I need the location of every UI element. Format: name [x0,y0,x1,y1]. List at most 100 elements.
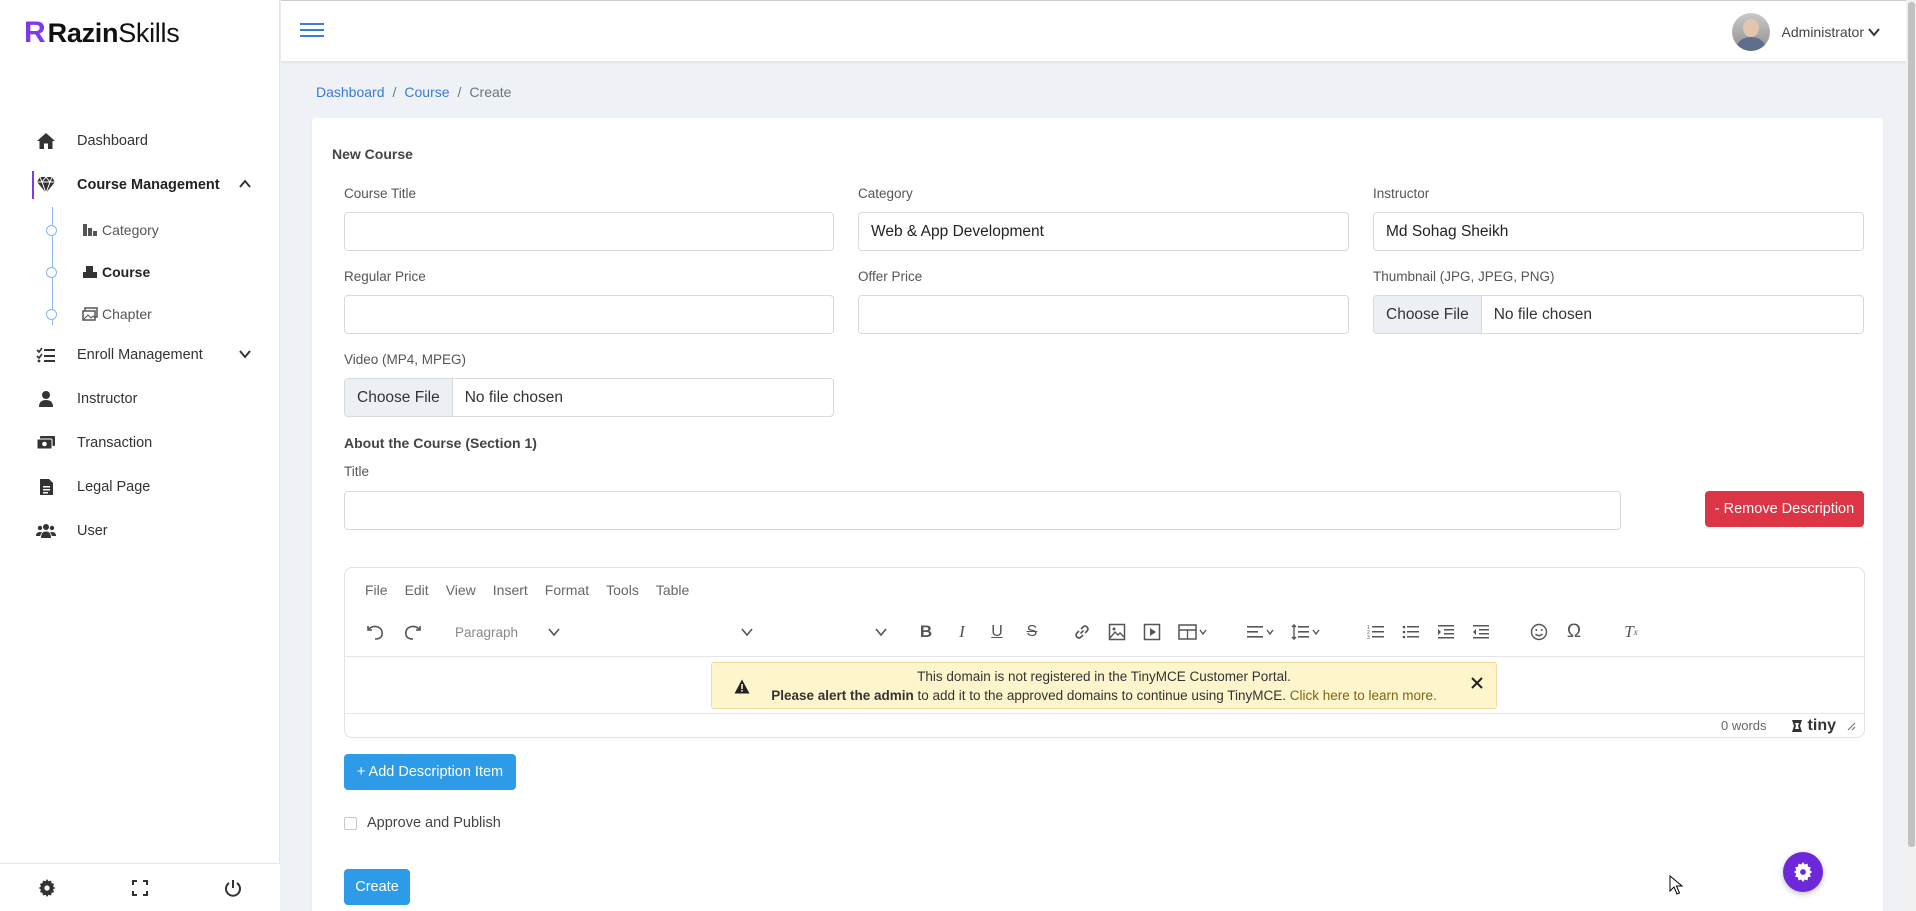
submenu-dot [46,266,57,278]
course-form-card: New Course Course Title Category Web & A… [312,118,1883,911]
breadcrumb-separator: / [392,84,397,100]
submenu-dot [46,308,57,320]
editor-toolbar: Paragraph B I U S 1 2 3 Ω T x [361,618,1861,646]
editor-menu-table[interactable]: Table [656,582,689,598]
media-icon[interactable] [1137,618,1167,646]
power-icon[interactable] [223,878,243,898]
italic-icon[interactable]: I [947,618,977,646]
settings-fab[interactable] [1783,852,1823,892]
font-size-select[interactable] [875,618,905,646]
link-icon[interactable] [1067,618,1097,646]
sidebar-item-transaction[interactable]: Transaction [0,421,280,465]
add-description-button[interactable]: + Add Description Item [344,754,516,790]
video-file-input[interactable]: Choose File No file chosen [344,378,834,417]
align-icon[interactable] [1241,618,1281,646]
editor-menu-tools[interactable]: Tools [606,582,639,598]
category-select[interactable]: Web & App Development [858,212,1349,251]
editor-menu-format[interactable]: Format [545,582,589,598]
description-title-input[interactable] [344,491,1621,530]
warning-icon [734,679,750,694]
sidebar-item-label: Transaction [77,435,153,451]
sidebar-subitem-label: Course [102,264,151,280]
undo-icon[interactable] [361,618,391,646]
bold-icon[interactable]: B [911,618,941,646]
sidebar: R Razin Skills Dashboard Course Manageme… [0,0,280,911]
sidebar-subitem-label: Category [102,222,159,238]
checkbox-box[interactable] [344,816,357,830]
sidebar-item-instructor[interactable]: Instructor [0,377,280,421]
word-count[interactable]: 0 words [1721,718,1767,733]
sidebar-item-label: Instructor [77,391,138,407]
sidebar-nav: Dashboard Course Management Category Cou… [0,119,280,553]
sidebar-subitem-course[interactable]: Course [46,258,150,286]
emoji-icon[interactable] [1524,618,1554,646]
warning-bold: Please alert the admin [771,688,914,703]
regular-price-label: Regular Price [344,269,426,284]
redo-icon[interactable] [397,618,427,646]
rich-text-editor: File Edit View Insert Format Tools Table… [344,567,1865,738]
font-family-select[interactable] [741,618,771,646]
expand-icon[interactable] [130,878,150,898]
brand-logo[interactable]: R Razin Skills [24,16,180,50]
block-format-select[interactable]: Paragraph [455,618,575,646]
special-character-icon[interactable]: Ω [1559,618,1589,646]
sidebar-subitem-category[interactable]: Category [46,216,159,244]
tiny-logo[interactable]: tiny [1789,717,1836,735]
editor-menu-edit[interactable]: Edit [405,582,429,598]
images-icon [82,306,98,322]
editor-menu-view[interactable]: View [446,582,476,598]
sidebar-item-legal-page[interactable]: Legal Page [0,465,280,509]
choose-file-button[interactable]: Choose File [345,379,453,416]
gear-icon[interactable] [37,878,57,898]
image-icon[interactable] [1102,618,1132,646]
course-title-input[interactable] [344,212,834,251]
submenu-dot [46,224,57,236]
editor-menu-insert[interactable]: Insert [493,582,528,598]
money-icon [36,433,56,453]
boxes-icon [82,264,98,280]
section-title: About the Course (Section 1) [344,435,537,451]
person-icon [36,389,56,409]
warning-line-1: This domain is not registered in the Tin… [917,669,1291,684]
offer-price-input[interactable] [858,295,1349,334]
breadcrumb-dashboard[interactable]: Dashboard [316,84,385,100]
create-button[interactable]: Create [344,869,410,905]
editor-menu-file[interactable]: File [365,582,388,598]
strikethrough-icon[interactable]: S [1017,618,1047,646]
brand-mark-icon: R [24,16,46,49]
outdent-icon[interactable] [1466,618,1496,646]
warning-line-2: Please alert the admin to add it to the … [712,686,1496,705]
user-menu[interactable]: Administrator [1731,13,1880,51]
sidebar-subitem-chapter[interactable]: Chapter [46,300,152,328]
menu-toggle-icon[interactable] [300,21,324,39]
close-icon[interactable] [1470,676,1484,690]
sidebar-item-enroll-management[interactable]: Enroll Management [0,333,280,377]
gem-icon [36,175,56,195]
block-format-value: Paragraph [455,624,519,640]
underline-icon[interactable]: U [982,618,1012,646]
table-icon[interactable] [1172,618,1214,646]
clear-formatting-icon[interactable]: Tx [1616,618,1646,646]
bullet-list-icon[interactable] [1396,618,1426,646]
breadcrumb-course[interactable]: Course [404,84,449,100]
chevron-down-icon [1868,26,1880,38]
category-label: Category [858,186,913,201]
numbered-list-icon[interactable]: 123 [1361,618,1391,646]
breadcrumb-separator: / [457,84,462,100]
editor-menubar: File Edit View Insert Format Tools Table [365,582,706,598]
thumbnail-file-input[interactable]: Choose File No file chosen [1373,295,1864,334]
instructor-select[interactable]: Md Sohag Sheikh [1373,212,1864,251]
sidebar-item-course-management[interactable]: Course Management [0,163,280,207]
avatar [1731,13,1770,51]
line-height-icon[interactable] [1287,618,1327,646]
remove-description-button[interactable]: - Remove Description [1705,491,1864,527]
approve-publish-checkbox[interactable]: Approve and Publish [344,815,501,831]
choose-file-button[interactable]: Choose File [1374,296,1482,333]
page-scrollbar[interactable] [1906,0,1916,911]
indent-icon[interactable] [1431,618,1461,646]
sidebar-item-dashboard[interactable]: Dashboard [0,119,280,163]
warning-learn-more-link[interactable]: Click here to learn more. [1290,688,1437,703]
regular-price-input[interactable] [344,295,834,334]
resize-handle-icon[interactable] [1846,721,1856,731]
sidebar-item-user[interactable]: User [0,509,280,553]
